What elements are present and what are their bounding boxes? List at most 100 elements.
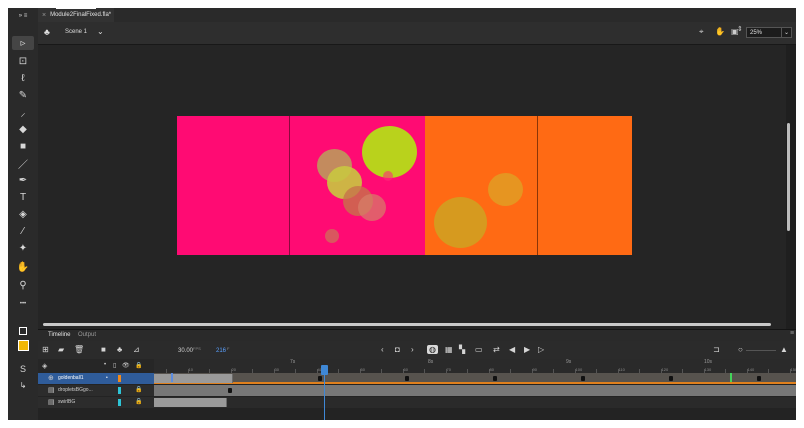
tab-timeline[interactable]: Timeline [48, 332, 70, 338]
paint-brush-tool-icon[interactable]: ⸝ [12, 105, 34, 119]
step-back-icon[interactable]: ◀ [509, 345, 515, 354]
highlight-layers-icon[interactable]: • [104, 362, 106, 368]
tab-output[interactable]: Output [78, 332, 96, 338]
lasso-tool-icon[interactable]: ℓ [12, 71, 34, 85]
droplet-circle[interactable] [358, 194, 386, 221]
frames-swirlbg[interactable] [154, 397, 796, 408]
insert-frame-icon[interactable]: ▭ [475, 345, 483, 354]
free-transform-tool-icon[interactable]: ⊡ [12, 54, 34, 68]
edit-multiple-frames-icon[interactable]: ▦ [445, 345, 453, 354]
droplet-circle[interactable] [488, 173, 523, 206]
center-frame-icon[interactable]: ⊐ [713, 345, 720, 354]
previous-icon[interactable]: ‹ [381, 345, 384, 354]
zoom-field[interactable]: 25% [746, 27, 782, 38]
motion-tween-span[interactable] [154, 382, 796, 384]
paint-bucket-tool-icon[interactable]: ◈ [12, 207, 34, 221]
golden-ball-large[interactable] [362, 126, 417, 178]
keyframe[interactable] [228, 388, 232, 393]
droplet-circle[interactable] [434, 197, 487, 248]
keyframe[interactable] [669, 376, 673, 381]
frame-cell[interactable] [220, 398, 227, 407]
pin-tool-icon[interactable]: ✦ [12, 241, 34, 255]
center-stage-icon[interactable]: ⌖ [699, 27, 704, 37]
droplet-circle[interactable] [325, 229, 339, 243]
layer-depth-icon[interactable]: ⊿ [133, 345, 140, 354]
close-tab-icon[interactable]: × [42, 12, 46, 19]
keyframe[interactable] [493, 376, 497, 381]
keyframe[interactable] [405, 376, 409, 381]
play-icon[interactable]: ▶ [524, 345, 530, 354]
eraser-tool-icon[interactable]: ◆ [12, 122, 34, 136]
layer-color-indicator[interactable] [118, 375, 121, 382]
show-hide-icon[interactable]: 👁 [122, 362, 130, 369]
rotation-tool-icon[interactable]: ✋ [715, 27, 725, 36]
keyframe[interactable] [581, 376, 585, 381]
horizontal-scrollbar[interactable] [43, 323, 771, 326]
layer-dropletsbggo[interactable]: ▤ dropletsBGgo... 🔒 [38, 385, 154, 396]
insert-keyframe-icon[interactable]: ◘ [395, 345, 400, 354]
layer-color-indicator[interactable] [118, 399, 121, 406]
layer-goldenball1[interactable]: ⊕ goldenball1 • [38, 373, 154, 384]
onion-skin-icon[interactable]: ◍ [427, 345, 438, 354]
current-frame-value[interactable]: 216 [216, 348, 226, 354]
zoom-dropdown-icon[interactable]: ⌄ [782, 27, 792, 38]
lock-icon[interactable]: 🔒 [135, 386, 142, 393]
more-tools-icon[interactable]: ••• [12, 297, 34, 311]
zoom-stepper-icon[interactable]: ⇕ [737, 25, 743, 33]
snap-icon[interactable]: S [12, 362, 34, 376]
timeline-zoom-slider[interactable] [746, 350, 776, 351]
lock-all-icon[interactable]: 🔒 [135, 362, 142, 369]
zoom-slider-knob-icon[interactable]: ○ [738, 345, 743, 354]
selection-tool-icon[interactable]: ▹ [12, 36, 34, 50]
keyframe[interactable] [318, 376, 322, 381]
vertical-scrollbar[interactable] [787, 123, 790, 231]
pen-brush-tool-icon[interactable]: ✎ [12, 88, 34, 102]
zoom-tool-icon[interactable]: ⚲ [12, 278, 34, 292]
scene-dropdown-icon[interactable]: ⌄ [97, 27, 104, 36]
outline-icon[interactable]: ▯ [113, 362, 116, 369]
layer-parenting-icon[interactable]: ♣ [117, 345, 122, 354]
frame-cell[interactable] [226, 374, 233, 383]
pen-tool-icon[interactable]: ✒ [12, 173, 34, 187]
playhead[interactable] [324, 365, 325, 420]
collapse-panel-icon[interactable]: » ≡ [12, 9, 34, 23]
droplet-circle[interactable] [383, 171, 393, 181]
camera-icon[interactable]: ■ [101, 345, 106, 354]
lock-icon[interactable]: 🔒 [135, 398, 142, 405]
rectangle-tool-icon[interactable]: ■ [12, 139, 34, 153]
frames-goldenball1[interactable] [154, 373, 796, 384]
frames-dropletsbggo[interactable] [154, 385, 796, 396]
layer-icon: ▤ [48, 399, 55, 406]
layer-swirlbg[interactable]: ▤ swirlBG 🔒 [38, 397, 154, 408]
layer-name[interactable]: dropletsBGgo... [58, 387, 93, 393]
new-folder-icon[interactable]: ▰ [58, 345, 64, 354]
stroke-color-swatch[interactable] [12, 324, 34, 338]
timeline-ruler[interactable]: 1020304050607080901001101201301401507s8s… [154, 359, 796, 373]
ruler-frame-label: 100 [575, 367, 583, 372]
eyedropper-tool-icon[interactable]: ⁄ [12, 224, 34, 238]
document-tab[interactable]: × Module2FinalFixed.fla* [38, 8, 114, 22]
fill-color-swatch[interactable] [12, 338, 34, 352]
fps-value[interactable]: 30.00 [178, 348, 193, 354]
step-forward-icon[interactable]: ▷ [538, 345, 544, 354]
fit-timeline-icon[interactable]: ▲ [780, 345, 788, 354]
stage[interactable] [177, 116, 632, 255]
delete-layer-icon[interactable]: 🗑 [74, 345, 84, 354]
layer-name[interactable]: goldenball1 [58, 375, 84, 381]
layer-color-indicator[interactable] [118, 387, 121, 394]
hand-tool-icon[interactable]: ✋ [12, 260, 34, 274]
in-point-marker[interactable] [171, 373, 173, 382]
layer-name[interactable]: swirlBG [58, 399, 75, 405]
scene-label[interactable]: Scene 1 [65, 29, 87, 35]
panel-menu-icon[interactable]: ≡ [790, 330, 794, 337]
loop-icon[interactable]: ⇄ [493, 345, 500, 354]
line-tool-icon[interactable]: ／ [12, 156, 34, 171]
text-tool-icon[interactable]: T [12, 190, 34, 204]
ruler-frame-label: 90 [532, 367, 537, 372]
new-layer-icon[interactable]: ⊞ [42, 345, 49, 354]
out-point-marker[interactable] [730, 373, 732, 382]
swap-icon[interactable]: ↳ [12, 378, 34, 392]
next-icon[interactable]: › [411, 345, 414, 354]
keyframe[interactable] [757, 376, 761, 381]
create-tween-icon[interactable]: ▚ [459, 345, 465, 354]
